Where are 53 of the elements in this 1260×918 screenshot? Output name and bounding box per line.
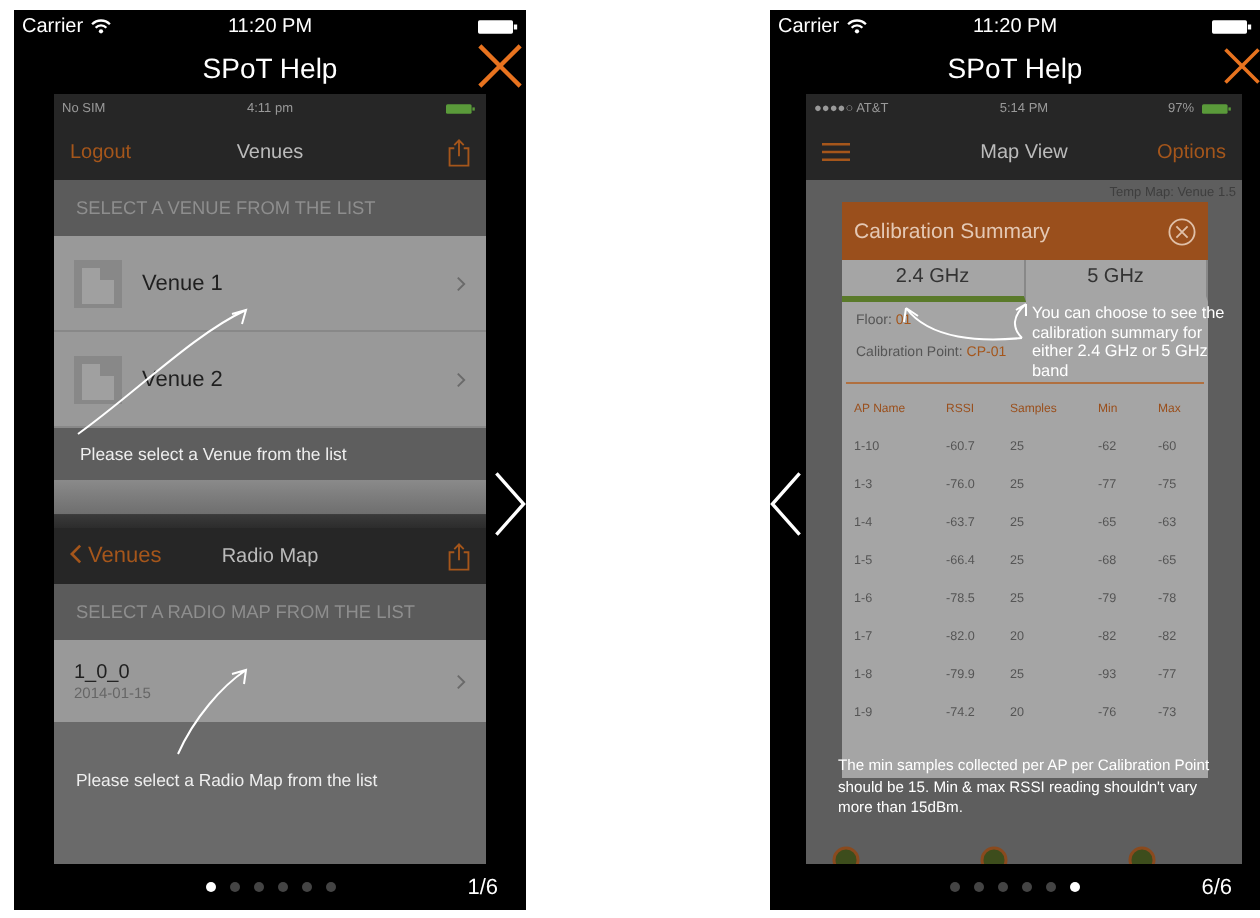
hint-text: Please select a Venue from the list <box>80 444 347 464</box>
share-icon[interactable] <box>448 137 470 167</box>
battery-icon <box>1202 102 1234 116</box>
hint-text: Please select a Radio Map from the list <box>76 769 378 789</box>
status-time: 11:20 PM <box>225 15 315 37</box>
carrier-label: Carrier <box>778 15 840 37</box>
close-icon[interactable] <box>1224 44 1260 88</box>
carrier-label: Carrier <box>22 15 84 37</box>
page-dot[interactable] <box>253 882 263 892</box>
page-dot[interactable] <box>998 882 1008 892</box>
radio-map-name: 1_0_0 <box>74 661 132 683</box>
wifi-icon <box>845 18 868 34</box>
nav-title: Map View <box>978 141 1070 163</box>
building-icon <box>74 355 122 403</box>
page-dot[interactable] <box>325 882 335 892</box>
band-tab[interactable]: 2.4 GHz <box>842 260 1025 302</box>
page-dot[interactable] <box>205 882 215 892</box>
page-dot[interactable] <box>1046 882 1056 892</box>
building-icon <box>74 259 122 307</box>
battery-icon <box>1212 17 1252 35</box>
nav-title: Venues <box>234 141 306 163</box>
chevron-icon <box>456 673 466 689</box>
close-icon[interactable] <box>478 44 522 88</box>
share-icon[interactable] <box>448 541 470 571</box>
page-dot[interactable] <box>229 882 239 892</box>
battery-icon <box>478 17 518 35</box>
page-dot[interactable] <box>950 882 960 892</box>
help-title: SPoT Help <box>202 52 338 84</box>
venue-row[interactable]: Venue 1 <box>54 236 486 332</box>
menu-icon[interactable] <box>822 142 850 162</box>
status-time: 11:20 PM <box>970 15 1060 37</box>
back-button[interactable]: Venues <box>70 544 162 568</box>
close-icon[interactable] <box>1168 217 1196 245</box>
back-chevron-icon[interactable] <box>70 544 82 564</box>
band-tab[interactable]: 5 GHz <box>1025 260 1208 302</box>
page-dot[interactable] <box>301 882 311 892</box>
wifi-icon <box>89 18 112 34</box>
hint-arrow <box>177 669 247 755</box>
page-dot[interactable] <box>1070 882 1080 892</box>
battery-icon <box>446 102 478 116</box>
chevron-icon <box>456 371 466 387</box>
page-dot[interactable] <box>277 882 287 892</box>
chevron-icon <box>456 275 466 291</box>
options-button[interactable]: Options <box>1157 141 1226 163</box>
page-counter: 6/6 <box>1201 875 1232 899</box>
help-title: SPoT Help <box>947 52 1083 84</box>
hint-text: You can choose to see the calibration summary for either 2.4 GHz or 5 GHz band <box>1032 304 1227 381</box>
dialog-title: Calibration Summary <box>854 219 1051 243</box>
logout-button[interactable]: Logout <box>70 141 132 163</box>
page-dot[interactable] <box>1022 882 1032 892</box>
nav-title: Radio Map <box>219 545 321 567</box>
page-counter: 1/6 <box>467 875 498 899</box>
page-dot[interactable] <box>974 882 984 892</box>
